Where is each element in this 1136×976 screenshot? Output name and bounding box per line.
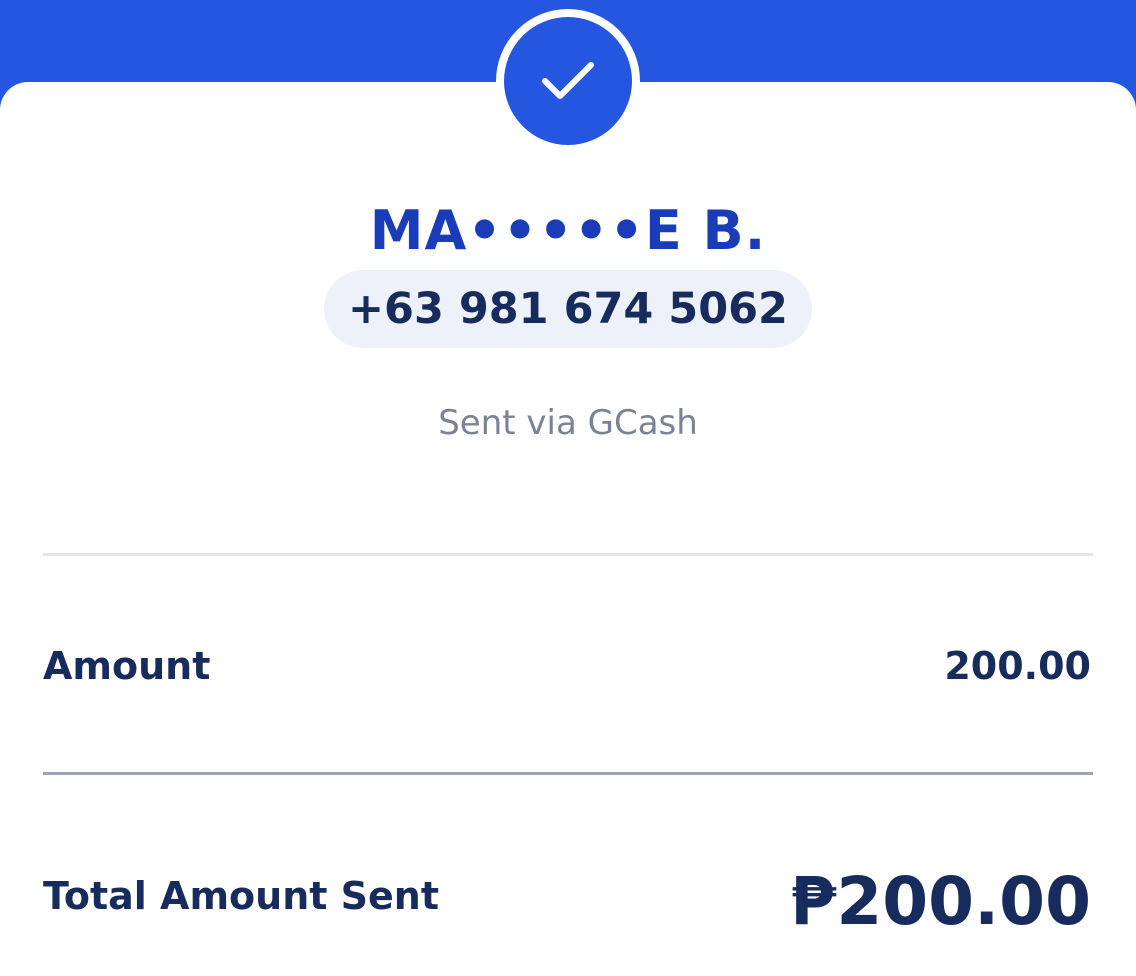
phone-pill: +63 981 674 5062 [324,270,812,348]
amount-value: 200.00 [944,644,1091,688]
recipient-name: MA•••••E B. [369,199,767,262]
sent-via-text: Sent via GCash [438,403,698,443]
amount-label: Amount [43,644,211,688]
success-badge [496,9,640,153]
divider [43,772,1093,775]
check-icon [542,62,594,99]
total-value: ₱200.00 [790,863,1091,940]
recipient-phone: +63 981 674 5062 [348,284,788,334]
total-label: Total Amount Sent [43,874,440,918]
divider [43,553,1093,556]
